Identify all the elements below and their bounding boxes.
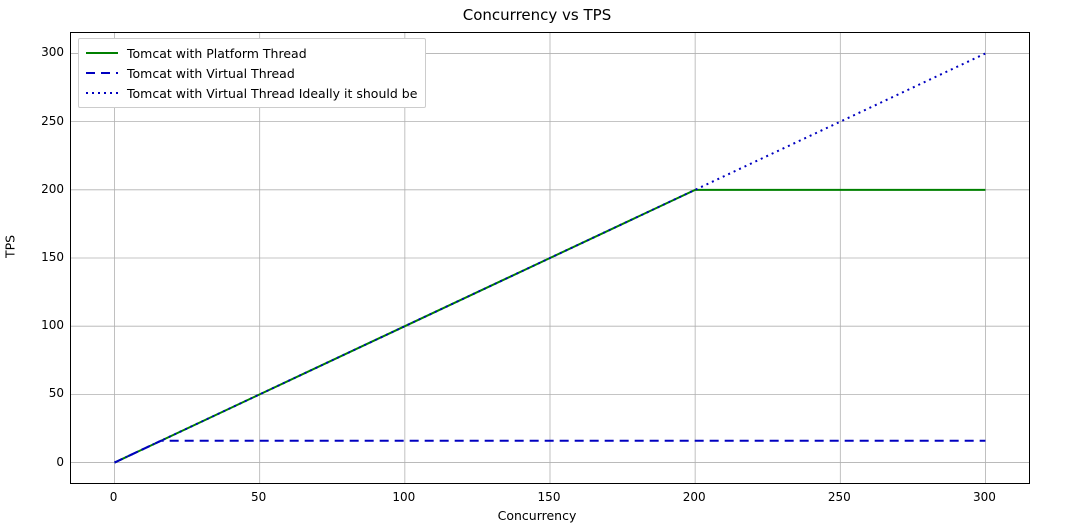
- legend-label: Tomcat with Virtual Thread Ideally it sh…: [127, 86, 417, 101]
- legend-swatch-2: [85, 86, 119, 100]
- chart-figure: Concurrency vs TPS TPS 05010015020025030…: [0, 0, 1074, 528]
- legend-entry: Tomcat with Virtual Thread Ideally it sh…: [85, 83, 417, 103]
- legend: Tomcat with Platform Thread Tomcat with …: [78, 38, 426, 108]
- legend-entry: Tomcat with Platform Thread: [85, 43, 417, 63]
- legend-entry: Tomcat with Virtual Thread: [85, 63, 417, 83]
- x-tick-label: 50: [251, 490, 266, 504]
- y-tick-label: 200: [14, 182, 64, 196]
- x-tick-label: 150: [538, 490, 561, 504]
- y-tick-label: 100: [14, 318, 64, 332]
- legend-label: Tomcat with Platform Thread: [127, 46, 307, 61]
- chart-title: Concurrency vs TPS: [0, 6, 1074, 24]
- legend-swatch-0: [85, 46, 119, 60]
- y-tick-label: 0: [14, 455, 64, 469]
- x-tick-label: 300: [973, 490, 996, 504]
- x-tick-label: 0: [110, 490, 118, 504]
- y-tick-label: 150: [14, 250, 64, 264]
- y-tick-label: 50: [14, 386, 64, 400]
- x-tick-label: 100: [392, 490, 415, 504]
- x-tick-label: 250: [828, 490, 851, 504]
- legend-label: Tomcat with Virtual Thread: [127, 66, 295, 81]
- legend-swatch-1: [85, 66, 119, 80]
- x-tick-label: 200: [683, 490, 706, 504]
- y-tick-label: 300: [14, 45, 64, 59]
- x-axis-label: Concurrency: [0, 508, 1074, 523]
- y-tick-label: 250: [14, 114, 64, 128]
